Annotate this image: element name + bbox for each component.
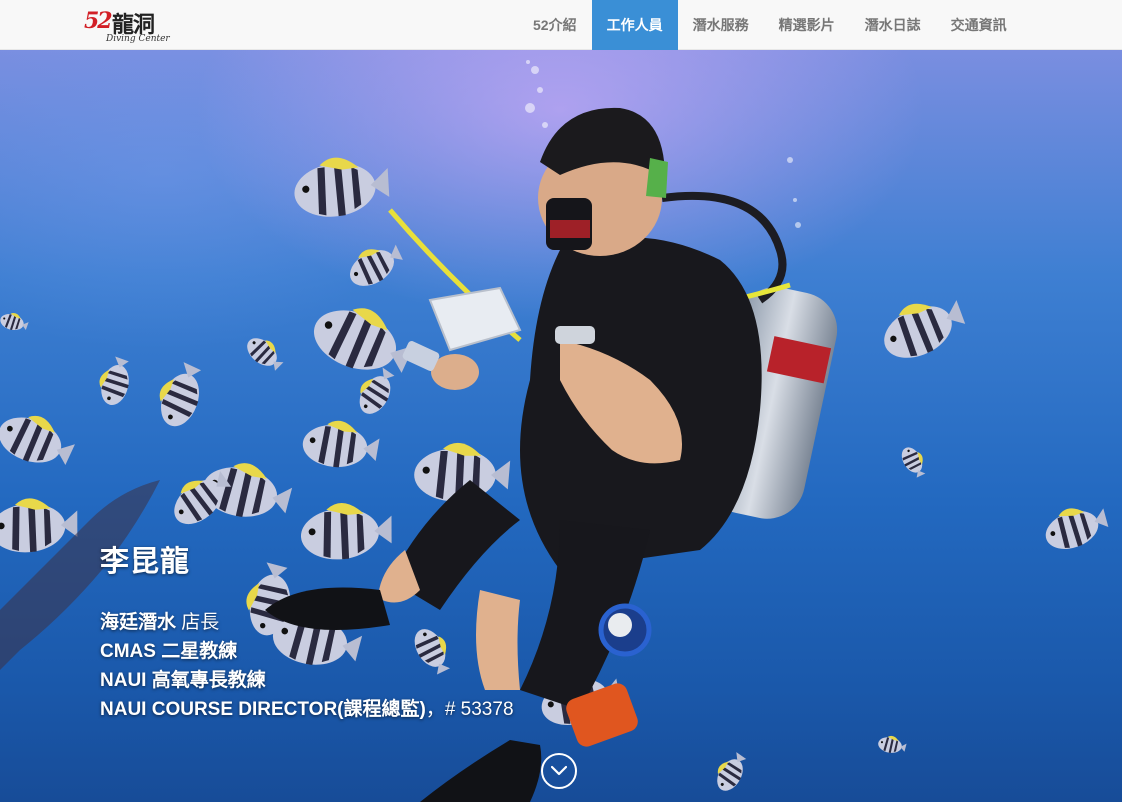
nav-item-services[interactable]: 潛水服務 — [678, 0, 764, 50]
staff-cert-line: NAUI 高氧專長教練 — [100, 666, 514, 695]
chevron-down-icon — [551, 765, 567, 776]
nav-item-transport[interactable]: 交通資訊 — [936, 0, 1022, 50]
scroll-down-button[interactable] — [541, 753, 577, 789]
logo-subtitle: Diving Center — [106, 34, 170, 44]
staff-cert-bold: NAUI 高氧專長教練 — [100, 670, 266, 691]
nav-item-staff[interactable]: 工作人員 — [591, 0, 678, 50]
staff-cert-bold: CMAS 二星教練 — [100, 641, 238, 662]
nav-item-about[interactable]: 52介紹 — [518, 0, 592, 50]
staff-caption: 李昆龍 海廷潛水 店長 CMAS 二星教練 NAUI 高氧專長教練 NAUI C… — [100, 538, 514, 724]
hero-section: 李昆龍 海廷潛水 店長 CMAS 二星教練 NAUI 高氧專長教練 NAUI C… — [0, 50, 1122, 802]
main-nav: 52介紹 工作人員 潛水服務 精選影片 潛水日誌 交通資訊 — [518, 0, 1022, 50]
nav-item-videos[interactable]: 精選影片 — [764, 0, 850, 50]
logo-number: 52 — [84, 8, 113, 34]
staff-cert-bold: NAUI COURSE DIRECTOR(課程總監) — [100, 699, 426, 720]
nav-item-dive-log[interactable]: 潛水日誌 — [850, 0, 936, 50]
staff-title-line: 海廷潛水 店長 — [100, 608, 514, 637]
staff-title-normal: 店長 — [176, 612, 220, 633]
brand-logo[interactable]: 52 龍洞 Diving Center — [84, 6, 174, 46]
staff-title-bold: 海廷潛水 — [100, 612, 177, 633]
staff-cert-line: CMAS 二星教練 — [100, 637, 514, 666]
navbar: 52 龍洞 Diving Center 52介紹 工作人員 潛水服務 精選影片 … — [0, 0, 1122, 50]
staff-name: 李昆龍 — [100, 546, 191, 578]
staff-cert-number: ，# 53378 — [425, 699, 514, 720]
staff-cert-line: NAUI COURSE DIRECTOR(課程總監)，# 53378 — [100, 695, 514, 724]
